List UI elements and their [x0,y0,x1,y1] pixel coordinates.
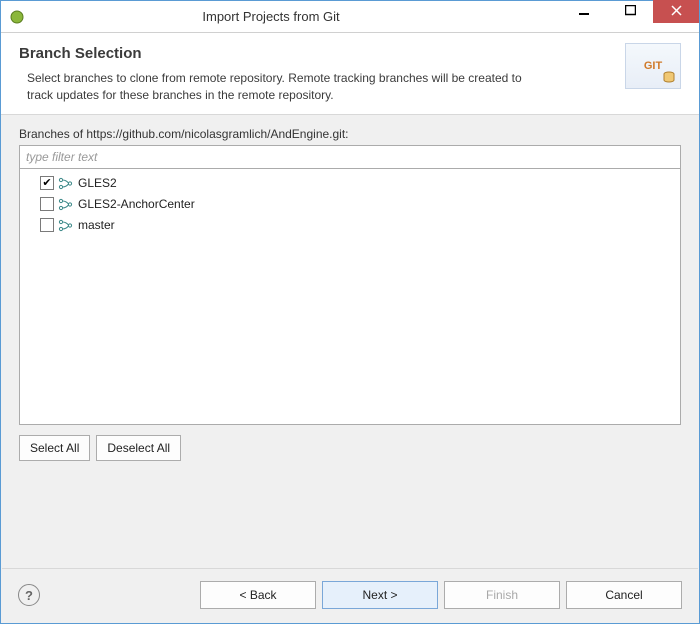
page-description: Select branches to clone from remote rep… [19,70,539,104]
maximize-button[interactable] [607,0,653,23]
branch-icon [58,177,74,190]
branch-name-label: GLES2-AnchorCenter [78,197,195,211]
branch-name-label: master [78,218,115,232]
deselect-all-button[interactable]: Deselect All [96,435,181,461]
branch-name-label: GLES2 [78,176,117,190]
page-title: Branch Selection [19,45,625,62]
wizard-header: Branch Selection Select branches to clon… [1,33,699,115]
close-button[interactable] [653,0,699,23]
branch-list[interactable]: GLES2 GLES2-AnchorCenter master [19,169,681,425]
branch-icon [58,198,74,211]
window-title: Import Projects from Git [0,9,561,24]
back-button[interactable]: < Back [200,581,316,609]
branch-item[interactable]: master [26,215,674,236]
branches-of-label: Branches of https://github.com/nicolasgr… [19,127,681,141]
window-controls [561,1,699,32]
titlebar: Import Projects from Git [1,1,699,33]
help-button[interactable]: ? [18,584,40,606]
branch-icon [58,219,74,232]
branch-item[interactable]: GLES2-AnchorCenter [26,194,674,215]
repository-decorator-icon [662,71,676,85]
next-button[interactable]: Next > [322,581,438,609]
branch-checkbox[interactable] [40,197,54,211]
wizard-footer: ? < Back Next > Finish Cancel [2,568,698,623]
branch-checkbox[interactable] [40,176,54,190]
git-icon-label: GIT [644,60,662,72]
filter-input[interactable] [19,145,681,169]
cancel-button[interactable]: Cancel [566,581,682,609]
finish-button: Finish [444,581,560,609]
git-icon: GIT [625,43,681,89]
branch-checkbox[interactable] [40,218,54,232]
select-all-button[interactable]: Select All [19,435,90,461]
branch-item[interactable]: GLES2 [26,173,674,194]
minimize-button[interactable] [561,0,607,23]
